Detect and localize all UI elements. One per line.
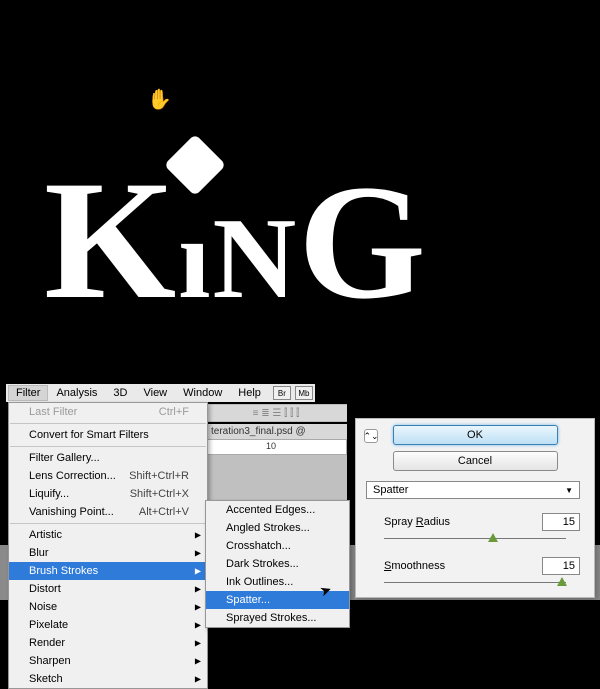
document-tab[interactable]: teration3_final.psd @ <box>205 424 347 440</box>
shortcut: Alt+Ctrl+V <box>139 506 189 518</box>
label: Lens Correction... <box>29 470 116 482</box>
options-bar: ≡ ≣ ☰ ⫿ ⫿ ⫿ <box>205 404 347 422</box>
label: Distort <box>29 583 61 595</box>
smoothness-field: Smoothness <box>366 557 584 575</box>
submenu-dark-strokes[interactable]: Dark Strokes... <box>206 555 349 573</box>
menu-item-sharpen[interactable]: Sharpen <box>9 652 207 670</box>
slider-thumb[interactable] <box>557 577 567 586</box>
label: Last Filter <box>29 406 77 418</box>
menu-item-sketch[interactable]: Sketch <box>9 670 207 688</box>
filter-menu: Last Filter Ctrl+F Convert for Smart Fil… <box>8 402 208 689</box>
canvas-text-king: K ı N G <box>44 155 426 325</box>
label: Sharpen <box>29 655 71 667</box>
ok-button[interactable]: OK <box>393 425 558 445</box>
label: Liquify... <box>29 488 69 500</box>
submenu-crosshatch[interactable]: Crosshatch... <box>206 537 349 555</box>
spray-radius-input[interactable] <box>542 513 580 531</box>
spray-radius-field: Spray Radius <box>366 513 584 531</box>
horizontal-ruler: 10 <box>205 439 347 455</box>
shortcut: Shift+Ctrl+X <box>130 488 189 500</box>
label: Noise <box>29 601 57 613</box>
label: Blur <box>29 547 49 559</box>
filter-select[interactable]: Spatter ▼ <box>366 481 580 499</box>
select-value: Spatter <box>373 484 408 496</box>
brush-strokes-submenu: Accented Edges... Angled Strokes... Cros… <box>205 500 350 628</box>
menu-item-pixelate[interactable]: Pixelate <box>9 616 207 634</box>
cancel-button[interactable]: Cancel <box>393 451 558 471</box>
menu-filter[interactable]: Filter <box>8 385 48 401</box>
glyph-i: ı <box>178 155 212 325</box>
chevron-down-icon: ▼ <box>565 486 573 495</box>
spray-radius-slider[interactable] <box>384 533 566 543</box>
menu-item-liquify[interactable]: Liquify... Shift+Ctrl+X <box>9 485 207 503</box>
label: Convert for Smart Filters <box>29 429 149 441</box>
slider-thumb[interactable] <box>488 533 498 542</box>
menu-item-last-filter: Last Filter Ctrl+F <box>9 403 207 421</box>
menu-item-artistic[interactable]: Artistic <box>9 526 207 544</box>
glyph-n: N <box>212 201 298 317</box>
spatter-dialog: ⌃⌄ OK Cancel Spatter ▼ Spray Radius Smoo… <box>355 418 595 598</box>
label: Vanishing Point... <box>29 506 114 518</box>
menu-separator <box>10 423 206 424</box>
minibridge-icon[interactable]: Mb <box>295 386 313 400</box>
smoothness-slider[interactable] <box>384 577 566 587</box>
label: Sketch <box>29 673 63 685</box>
menu-item-render[interactable]: Render <box>9 634 207 652</box>
label: Brush Strokes <box>29 565 98 577</box>
slider-track <box>384 582 566 583</box>
shortcut: Shift+Ctrl+R <box>129 470 189 482</box>
menu-view[interactable]: View <box>135 385 175 401</box>
menu-separator <box>10 446 206 447</box>
menu-item-vanishing-point[interactable]: Vanishing Point... Alt+Ctrl+V <box>9 503 207 521</box>
menu-item-distort[interactable]: Distort <box>9 580 207 598</box>
menu-item-blur[interactable]: Blur <box>9 544 207 562</box>
label: Render <box>29 637 65 649</box>
glyph-k: K <box>44 155 178 325</box>
menu-item-noise[interactable]: Noise <box>9 598 207 616</box>
menu-help[interactable]: Help <box>230 385 269 401</box>
menu-item-brush-strokes[interactable]: Brush Strokes <box>9 562 207 580</box>
menu-item-filter-gallery[interactable]: Filter Gallery... <box>9 449 207 467</box>
submenu-accented-edges[interactable]: Accented Edges... <box>206 501 349 519</box>
submenu-sprayed-strokes[interactable]: Sprayed Strokes... <box>206 609 349 627</box>
bridge-icon[interactable]: Br <box>273 386 291 400</box>
label: Filter Gallery... <box>29 452 100 464</box>
label: Pixelate <box>29 619 68 631</box>
expand-button[interactable]: ⌃⌄ <box>364 429 378 443</box>
menu-item-lens-correction[interactable]: Lens Correction... Shift+Ctrl+R <box>9 467 207 485</box>
spray-radius-label: Spray Radius <box>384 516 450 528</box>
menu-bar: Filter Analysis 3D View Window Help Br M… <box>6 384 315 402</box>
menu-3d[interactable]: 3D <box>105 385 135 401</box>
submenu-angled-strokes[interactable]: Angled Strokes... <box>206 519 349 537</box>
label: Artistic <box>29 529 62 541</box>
smoothness-label: Smoothness <box>384 560 445 572</box>
menu-window[interactable]: Window <box>175 385 230 401</box>
shortcut: Ctrl+F <box>159 406 189 418</box>
menu-analysis[interactable]: Analysis <box>48 385 105 401</box>
ruler-tick-10: 10 <box>266 441 276 451</box>
smoothness-input[interactable] <box>542 557 580 575</box>
menu-item-convert-smart[interactable]: Convert for Smart Filters <box>9 426 207 444</box>
hand-tool-cursor: ✋ <box>147 87 172 112</box>
glyph-i-stem: ı <box>178 201 212 317</box>
slider-track <box>384 538 566 539</box>
glyph-g: G <box>298 161 426 325</box>
menu-separator <box>10 523 206 524</box>
